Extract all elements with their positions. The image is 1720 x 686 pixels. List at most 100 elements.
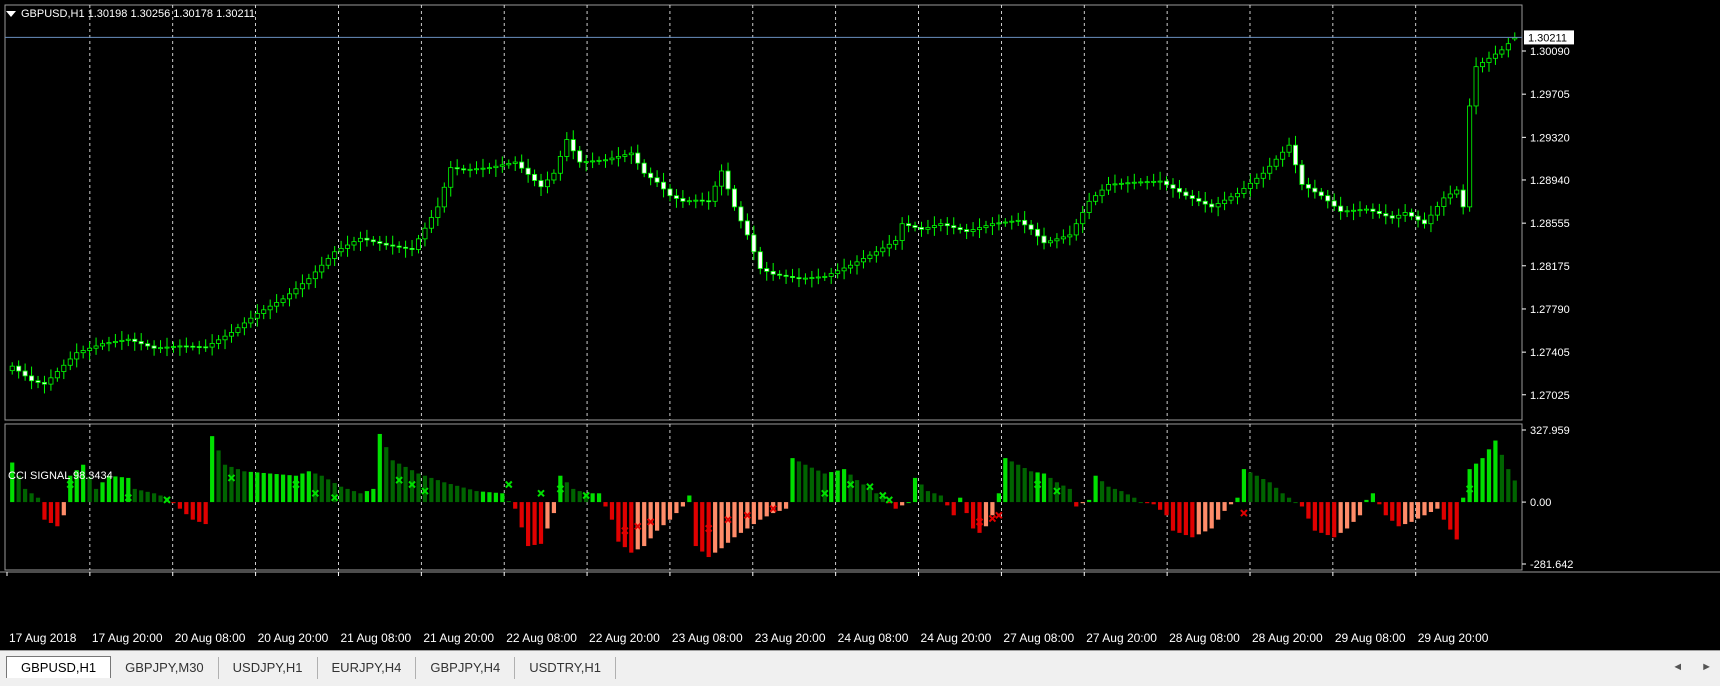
candle-bull: [1467, 105, 1473, 208]
candle-bull: [893, 240, 899, 245]
cci-bar: [983, 502, 989, 527]
cci-bar: [861, 484, 866, 503]
cci-bar: [222, 464, 228, 503]
cci-bar: [1254, 475, 1259, 503]
tab-usdtry-h1[interactable]: USDTRY,H1: [515, 657, 616, 679]
tab-eurjpy-h4[interactable]: EURJPY,H4: [318, 657, 417, 679]
cci-bar: [700, 502, 705, 552]
cci-bar: [1235, 497, 1240, 503]
cci-bar: [1319, 502, 1324, 533]
cci-bar: [842, 469, 847, 503]
candle-bull: [1009, 220, 1015, 223]
candle-bull: [235, 327, 241, 333]
cci-bar: [1345, 502, 1350, 529]
tab-gbpjpy-m30[interactable]: GBPJPY,M30: [111, 657, 219, 679]
candle-bull: [1486, 57, 1492, 63]
cci-bar: [242, 471, 247, 503]
cci-y-tick-label: 327.959: [1530, 425, 1570, 437]
candle-bull: [293, 288, 299, 295]
cci-bar: [1190, 502, 1195, 538]
candle-bull: [1215, 203, 1221, 208]
cci-bar: [958, 497, 963, 503]
tab-usdjpy-h1[interactable]: USDJPY,H1: [219, 657, 318, 679]
candle-bull: [693, 199, 699, 202]
cci-bar: [964, 502, 969, 514]
cci-bar: [661, 502, 666, 526]
candle-bear: [918, 227, 924, 230]
cci-bar: [1074, 502, 1079, 507]
cci-bar: [1183, 502, 1188, 536]
candle-bull: [1157, 180, 1163, 183]
candle-bear: [1325, 195, 1331, 202]
cci-signal-cross: [866, 482, 874, 491]
cci-bar: [435, 480, 440, 503]
cci-bar: [713, 502, 718, 553]
cci-bar: [925, 491, 931, 503]
candle-bull: [441, 186, 447, 208]
candle-bear: [532, 173, 538, 181]
candle-bear: [1209, 203, 1215, 208]
cci-bar: [506, 500, 511, 503]
cci-bar: [93, 488, 99, 503]
candle-bull: [1067, 234, 1073, 238]
cci-bar: [448, 484, 453, 503]
scroll-right-icon[interactable]: ►: [1701, 661, 1712, 673]
cci-bar: [442, 482, 447, 503]
tab-gbpusd-h1[interactable]: GBPUSD,H1: [6, 656, 112, 678]
cci-bar: [622, 502, 627, 548]
candle-bull: [299, 283, 305, 290]
cci-bar: [1312, 502, 1317, 531]
cci-bar: [945, 502, 950, 506]
tab-gbpjpy-h4[interactable]: GBPJPY,H4: [416, 657, 516, 679]
cci-bar: [371, 488, 376, 503]
cci-bar: [1093, 475, 1098, 503]
cci-bar: [229, 466, 234, 503]
y-tick-label: 1.29320: [1530, 132, 1570, 144]
candle-bull: [551, 172, 557, 181]
candle-bear: [751, 234, 757, 253]
candle-bull: [873, 251, 879, 256]
candle-bull: [1286, 144, 1292, 153]
candle-bull: [1015, 219, 1021, 222]
candle-bull: [867, 254, 873, 259]
candle-bull: [80, 350, 86, 354]
chart-window[interactable]: 17 Aug 2018 17 Aug 20:00 20 Aug 08:00 20 Au…: [0, 0, 1720, 650]
candle-bear: [1189, 195, 1195, 199]
candle-bear: [383, 242, 389, 246]
cci-signal-cross: [1240, 509, 1248, 517]
cci-signal-cross: [995, 511, 1003, 519]
chart-canvas[interactable]: 17 Aug 2018 17 Aug 20:00 20 Aug 08:00 20 Au…: [0, 0, 1720, 650]
cci-bar: [803, 464, 808, 503]
cci-bar: [474, 491, 479, 503]
candle-bull: [448, 167, 454, 188]
cci-bar: [345, 488, 350, 503]
cci-bar: [642, 502, 647, 547]
candle-bull: [261, 309, 267, 314]
cci-bar: [854, 480, 860, 503]
cci-bar: [1409, 502, 1414, 522]
candle-bull: [938, 223, 944, 226]
candle-bull: [170, 346, 176, 348]
cci-bar: [1119, 491, 1124, 503]
cci-bar: [790, 458, 795, 503]
candle-bull: [1280, 151, 1286, 160]
cci-bar: [906, 502, 911, 504]
cci-bar: [719, 502, 724, 549]
cci-bar: [319, 475, 324, 503]
cci-y-tick-label: -281.642: [1530, 559, 1573, 571]
dropdown-triangle-icon[interactable]: [6, 11, 16, 17]
cci-bar: [1067, 488, 1072, 503]
cci-bar: [235, 469, 241, 503]
cci-bar: [693, 502, 698, 547]
scroll-left-icon[interactable]: ◄: [1672, 661, 1683, 673]
candle-bear: [1305, 184, 1311, 189]
cci-bar: [351, 491, 357, 503]
candle-bull: [119, 339, 125, 342]
cci-bar: [1435, 502, 1440, 509]
y-tick-label: 1.30090: [1530, 46, 1570, 58]
x-tick-label: 23 Aug 20:00: [755, 631, 826, 645]
x-tick-label: 17 Aug 20:00: [92, 631, 163, 645]
cci-bar: [545, 502, 550, 529]
candle-bull: [622, 154, 628, 157]
candle-bear: [525, 167, 531, 175]
